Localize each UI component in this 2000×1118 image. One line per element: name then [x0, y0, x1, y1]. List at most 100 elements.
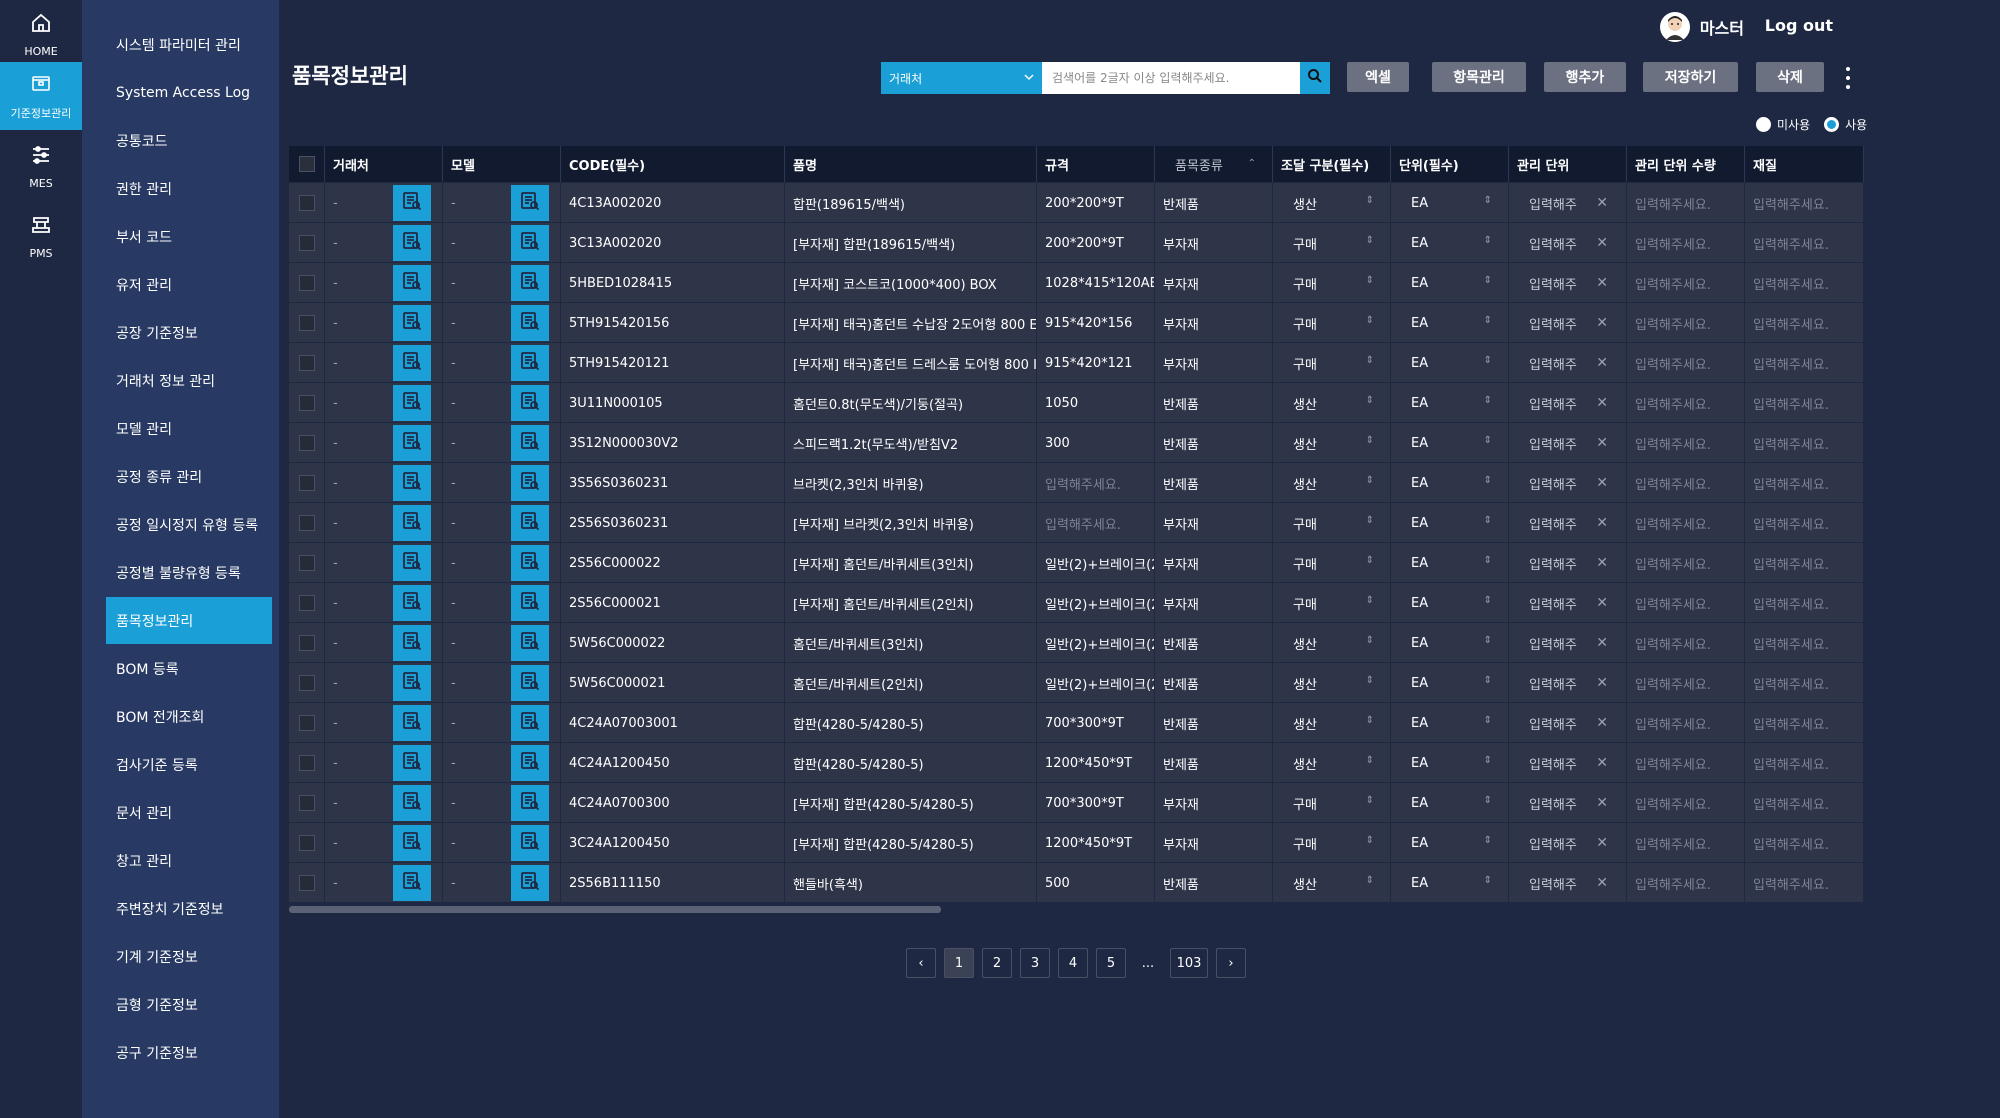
customer-lookup-button[interactable] [393, 865, 431, 901]
customer-lookup-button[interactable] [393, 265, 431, 301]
procure-select[interactable]: 생산 ⇕ [1273, 183, 1391, 223]
mgmt-qty-input[interactable]: 입력해주세요. [1627, 863, 1745, 903]
model-lookup-button[interactable] [511, 665, 549, 701]
material-input[interactable]: 입력해주세요. [1745, 663, 1864, 703]
menu-item[interactable]: 문서 관리 [106, 789, 272, 836]
row-checkbox[interactable] [298, 555, 315, 571]
item-name-cell[interactable]: 홈던트/바퀴세트(3인치) [785, 623, 1037, 663]
item-type-cell[interactable]: 부자재 [1155, 823, 1273, 863]
menu-item[interactable]: 창고 관리 [106, 837, 272, 884]
menu-item[interactable]: 거래처 정보 관리 [106, 357, 272, 404]
table-row[interactable]: - -3S12N000030V2 스피드랙1.2t(무도색)/받침V2 300 반제품 생… [289, 422, 1864, 463]
logout-link[interactable]: Log out [1765, 16, 1833, 35]
item-type-cell[interactable]: 반제품 [1155, 383, 1273, 423]
table-row[interactable]: - -3U11N000105 홈던트0.8t(무도색)/기둥(절곡) 1050 반제품 생… [289, 382, 1864, 423]
item-type-cell[interactable]: 반제품 [1155, 663, 1273, 703]
code-cell[interactable]: 2S56C000021 [561, 583, 785, 623]
spec-cell[interactable]: 1200*450*9T [1037, 823, 1155, 863]
rail-master-data[interactable]: 기준정보관리 [0, 62, 82, 130]
mgmt-unit-input[interactable]: 입력해주 ✕ [1509, 743, 1627, 783]
mgmt-unit-input[interactable]: 입력해주 ✕ [1509, 503, 1627, 543]
close-icon[interactable]: ✕ [1596, 275, 1608, 291]
menu-item[interactable]: 권한 관리 [106, 165, 272, 212]
row-checkbox[interactable] [298, 275, 315, 291]
unit-select[interactable]: EA ⇕ [1391, 503, 1509, 543]
menu-item[interactable]: 공정 일시정지 유형 등록 [106, 501, 272, 548]
customer-lookup-button[interactable] [393, 425, 431, 461]
mgmt-qty-input[interactable]: 입력해주세요. [1627, 503, 1745, 543]
menu-item[interactable]: 주변장치 기준정보 [106, 885, 272, 932]
column-header[interactable]: CODE(필수) [561, 146, 785, 182]
mgmt-qty-input[interactable]: 입력해주세요. [1627, 303, 1745, 343]
code-cell[interactable]: 5W56C000022 [561, 623, 785, 663]
material-input[interactable]: 입력해주세요. [1745, 823, 1864, 863]
item-name-cell[interactable]: 브라켓(2,3인치 바퀴용) [785, 463, 1037, 503]
table-row[interactable]: - - 3C24A1200450 [부자재] 합판(4280-5/4280-5) 120… [289, 822, 1864, 863]
item-type-cell[interactable]: 반제품 [1155, 463, 1273, 503]
menu-item[interactable]: 유저 관리 [106, 261, 272, 308]
customer-lookup-button[interactable] [393, 585, 431, 621]
unit-select[interactable]: EA ⇕ [1391, 823, 1509, 863]
close-icon[interactable]: ✕ [1596, 875, 1608, 891]
table-row[interactable]: - - 5W56C000022 홈던트/바퀴세트(3인치) 일반(2)+브레이크(2 반제… [289, 622, 1864, 663]
model-lookup-button[interactable] [511, 865, 549, 901]
save-button[interactable]: 저장하기 [1643, 62, 1738, 92]
mgmt-qty-input[interactable]: 입력해주세요. [1627, 663, 1745, 703]
procure-select[interactable]: 생산 ⇕ [1273, 463, 1391, 503]
material-input[interactable]: 입력해주세요. [1745, 503, 1864, 543]
spec-cell[interactable]: 1200*450*9T [1037, 743, 1155, 783]
material-input[interactable]: 입력해주세요. [1745, 343, 1864, 383]
table-row[interactable]: - - 2S56C000021 [부자재] 홈던트/바퀴세트(2인치) 일반(2)+브레… [289, 582, 1864, 623]
unit-select[interactable]: EA ⇕ [1391, 423, 1509, 463]
material-input[interactable]: 입력해주세요. [1745, 703, 1864, 743]
material-input[interactable]: 입력해주세요. [1745, 583, 1864, 623]
procure-select[interactable]: 생산 ⇕ [1273, 663, 1391, 703]
model-lookup-button[interactable] [511, 625, 549, 661]
spec-cell[interactable]: 200*200*9T [1037, 183, 1155, 223]
close-icon[interactable]: ✕ [1596, 235, 1608, 251]
mgmt-qty-input[interactable]: 입력해주세요. [1627, 823, 1745, 863]
code-cell[interactable]: 4C24A1200450 [561, 743, 785, 783]
item-name-cell[interactable]: [부자재] 홈던트/바퀴세트(2인치) [785, 583, 1037, 623]
item-type-cell[interactable]: 부자재 [1155, 343, 1273, 383]
column-manage-button[interactable]: 항목관리 [1432, 62, 1526, 92]
menu-item[interactable]: BOM 등록 [106, 645, 272, 692]
item-type-cell[interactable]: 반제품 [1155, 703, 1273, 743]
mgmt-unit-input[interactable]: 입력해주 ✕ [1509, 423, 1627, 463]
table-row[interactable]: - -2S56B111150 핸들바(흑색) 500 반제품 생산 ⇕ EA ⇕ 입력해주 ✕ 입력해… [289, 862, 1864, 903]
row-checkbox[interactable] [298, 315, 315, 331]
material-input[interactable]: 입력해주세요. [1745, 223, 1864, 263]
code-cell[interactable]: 2S56S0360231 [561, 503, 785, 543]
mgmt-qty-input[interactable]: 입력해주세요. [1627, 463, 1745, 503]
column-header[interactable]: 규격 [1037, 146, 1155, 182]
close-icon[interactable]: ✕ [1596, 835, 1608, 851]
mgmt-qty-input[interactable]: 입력해주세요. [1627, 623, 1745, 663]
close-icon[interactable]: ✕ [1596, 755, 1608, 771]
close-icon[interactable]: ✕ [1596, 675, 1608, 691]
row-checkbox[interactable] [298, 355, 315, 371]
unused-radio[interactable] [1756, 117, 1771, 132]
table-row[interactable]: - - 5TH915420156 [부자재] 태국)홈던트 수납장 2도어형 800 … [289, 302, 1864, 343]
used-radio[interactable] [1824, 117, 1840, 132]
item-type-cell[interactable]: 부자재 [1155, 783, 1273, 823]
procure-select[interactable]: 생산 ⇕ [1273, 623, 1391, 663]
customer-lookup-button[interactable] [393, 185, 431, 221]
item-name-cell[interactable]: [부자재] 태국)홈던트 드레스룸 도어형 800 I [785, 343, 1037, 383]
item-name-cell[interactable]: [부자재] 합판(4280-5/4280-5) [785, 823, 1037, 863]
customer-lookup-button[interactable] [393, 825, 431, 861]
item-name-cell[interactable]: [부자재] 홈던트/바퀴세트(3인치) [785, 543, 1037, 583]
row-checkbox[interactable] [298, 795, 315, 811]
model-lookup-button[interactable] [511, 345, 549, 381]
material-input[interactable]: 입력해주세요. [1745, 783, 1864, 823]
close-icon[interactable]: ✕ [1596, 195, 1608, 211]
customer-lookup-button[interactable] [393, 305, 431, 341]
item-name-cell[interactable]: [부자재] 코스트코(1000*400) BOX [785, 263, 1037, 303]
add-row-button[interactable]: 행추가 [1544, 62, 1626, 92]
menu-item[interactable]: BOM 전개조회 [106, 693, 272, 740]
search-filter-select[interactable]: 거래처 [881, 62, 1042, 94]
material-input[interactable]: 입력해주세요. [1745, 543, 1864, 583]
unit-select[interactable]: EA ⇕ [1391, 183, 1509, 223]
row-checkbox[interactable] [298, 435, 315, 451]
procure-select[interactable]: 생산 ⇕ [1273, 423, 1391, 463]
item-name-cell[interactable]: 합판(4280-5/4280-5) [785, 743, 1037, 783]
